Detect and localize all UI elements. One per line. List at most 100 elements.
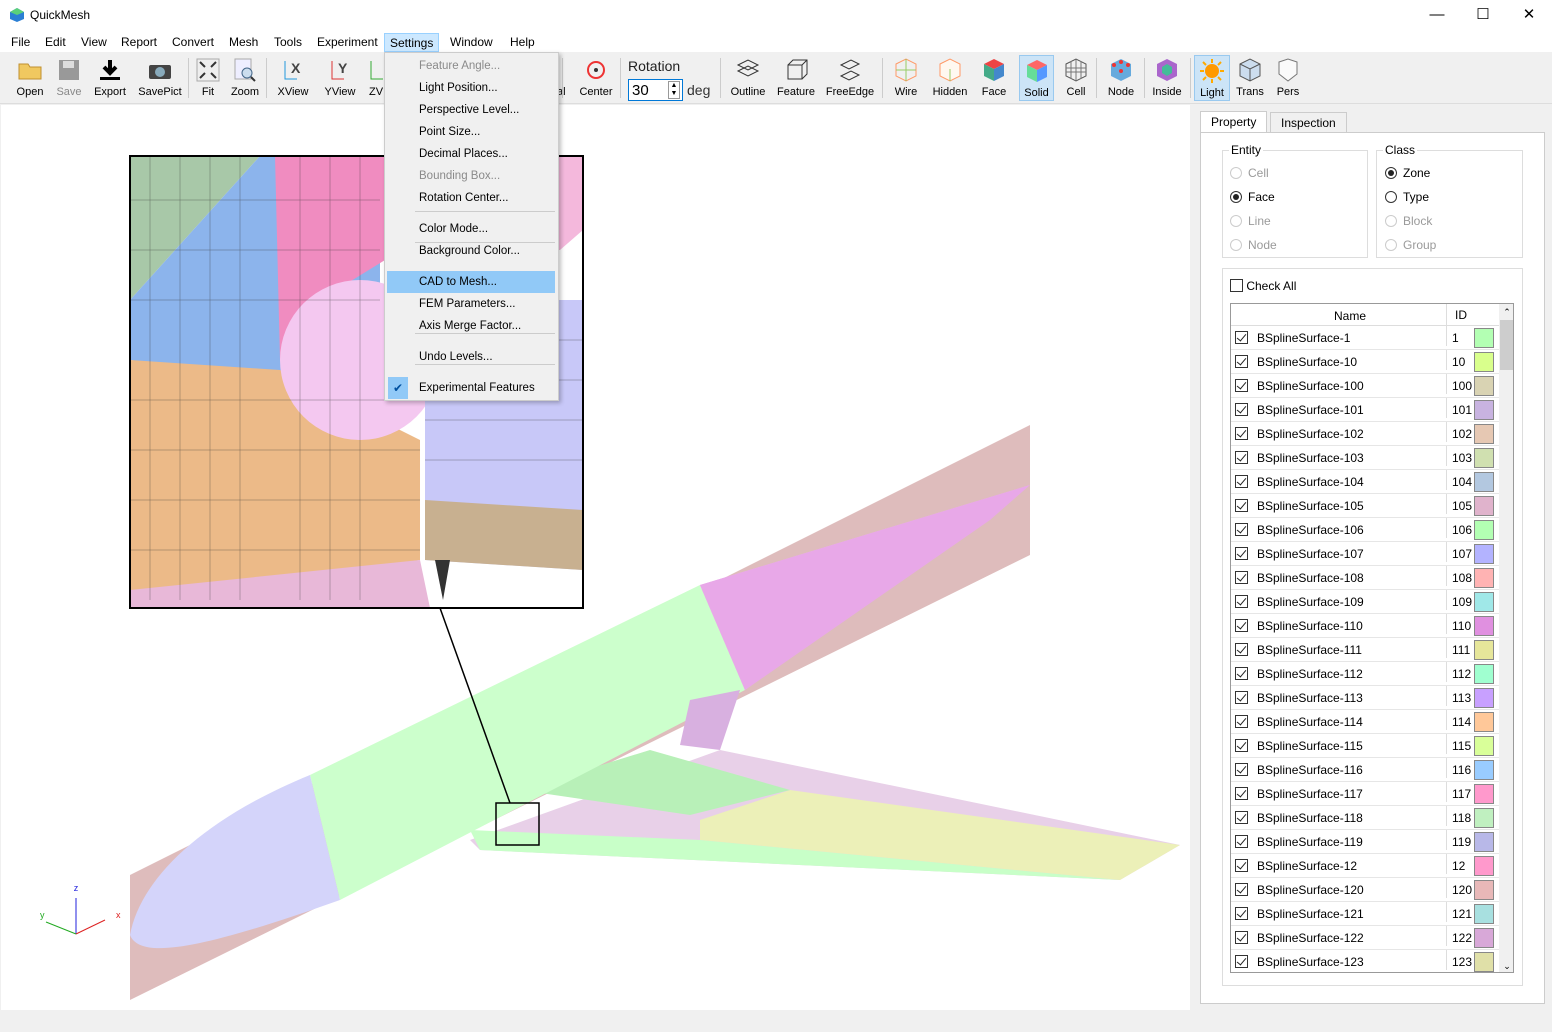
row-color-swatch[interactable] (1474, 592, 1494, 612)
class-radio-block[interactable]: Block (1385, 214, 1432, 230)
table-row[interactable]: BSplineSurface-121 121 (1231, 902, 1499, 926)
table-row[interactable]: BSplineSurface-109 109 (1231, 590, 1499, 614)
menu-item-point-size[interactable]: Point Size... (387, 121, 555, 143)
scroll-up-button[interactable]: ⌃ (1499, 304, 1513, 320)
row-checkbox[interactable] (1234, 619, 1248, 632)
menu-item-undo-levels[interactable]: Undo Levels... (387, 346, 555, 368)
table-row[interactable]: BSplineSurface-119 119 (1231, 830, 1499, 854)
table-row[interactable]: BSplineSurface-102 102 (1231, 422, 1499, 446)
node-button[interactable]: Node (1102, 55, 1140, 101)
radio-circle[interactable] (1230, 167, 1242, 179)
table-row[interactable]: BSplineSurface-101 101 (1231, 398, 1499, 422)
row-color-swatch[interactable] (1474, 760, 1494, 780)
row-color-swatch[interactable] (1474, 880, 1494, 900)
radio-circle[interactable] (1230, 191, 1242, 203)
column-header-id[interactable]: ID (1446, 304, 1472, 326)
scroll-thumb[interactable] (1500, 320, 1513, 370)
row-checkbox[interactable] (1234, 571, 1248, 584)
radio-circle[interactable] (1385, 215, 1397, 227)
fit-button[interactable]: Fit (194, 55, 222, 101)
row-checkbox[interactable] (1234, 931, 1248, 944)
row-color-swatch[interactable] (1474, 328, 1494, 348)
row-color-swatch[interactable] (1474, 568, 1494, 588)
menu-item-perspective-level[interactable]: Perspective Level... (387, 99, 555, 121)
row-color-swatch[interactable] (1474, 640, 1494, 660)
table-row[interactable]: BSplineSurface-123 123 (1231, 950, 1499, 972)
freeedge-button[interactable]: FreeEdge (824, 55, 876, 101)
table-row[interactable]: BSplineSurface-10 10 (1231, 350, 1499, 374)
menu-file[interactable]: File (6, 33, 35, 52)
row-color-swatch[interactable] (1474, 496, 1494, 516)
rotation-input[interactable]: 30 ▲ ▼ (628, 79, 683, 101)
savepict-button[interactable]: SavePict (134, 55, 186, 101)
row-color-swatch[interactable] (1474, 400, 1494, 420)
row-color-swatch[interactable] (1474, 856, 1494, 876)
model-scene[interactable]: z x y (1, 105, 1190, 1010)
menu-item-cad-to-mesh[interactable]: CAD to Mesh... (387, 271, 555, 293)
row-color-swatch[interactable] (1474, 688, 1494, 708)
row-color-swatch[interactable] (1474, 424, 1494, 444)
entity-radio-line[interactable]: Line (1230, 214, 1271, 230)
table-row[interactable]: BSplineSurface-118 118 (1231, 806, 1499, 830)
row-checkbox[interactable] (1234, 691, 1248, 704)
row-checkbox[interactable] (1234, 595, 1248, 608)
table-row[interactable]: BSplineSurface-110 110 (1231, 614, 1499, 638)
row-checkbox[interactable] (1234, 403, 1248, 416)
menu-item-experimental-features[interactable]: Experimental Features (387, 377, 555, 399)
wire-button[interactable]: Wire (890, 55, 922, 101)
pers-button[interactable]: Pers (1270, 55, 1306, 101)
row-color-swatch[interactable] (1474, 904, 1494, 924)
radio-circle[interactable] (1385, 191, 1397, 203)
check-all-checkbox[interactable]: Check All (1230, 279, 1296, 293)
row-color-swatch[interactable] (1474, 664, 1494, 684)
table-row[interactable]: BSplineSurface-120 120 (1231, 878, 1499, 902)
menu-settings[interactable]: Settings (384, 33, 440, 52)
feature-button[interactable]: Feature (774, 55, 818, 101)
menu-mesh[interactable]: Mesh (224, 33, 263, 52)
class-radio-group[interactable]: Group (1385, 238, 1436, 254)
menu-item-feature-angle[interactable]: Feature Angle... (387, 55, 555, 77)
table-row[interactable]: BSplineSurface-107 107 (1231, 542, 1499, 566)
table-row[interactable]: BSplineSurface-100 100 (1231, 374, 1499, 398)
row-checkbox[interactable] (1234, 667, 1248, 680)
menu-help[interactable]: Help (505, 33, 540, 52)
scrollbar[interactable]: ⌃ ⌄ (1499, 304, 1513, 972)
menu-convert[interactable]: Convert (167, 33, 219, 52)
maximize-button[interactable]: ☐ (1460, 0, 1506, 30)
hidden-button[interactable]: Hidden (930, 55, 970, 101)
outline-button[interactable]: Outline (728, 55, 768, 101)
row-checkbox[interactable] (1234, 427, 1248, 440)
table-row[interactable]: BSplineSurface-12 12 (1231, 854, 1499, 878)
table-row[interactable]: BSplineSurface-111 111 (1231, 638, 1499, 662)
row-checkbox[interactable] (1234, 475, 1248, 488)
save-button[interactable]: Save (52, 55, 86, 101)
table-row[interactable]: BSplineSurface-112 112 (1231, 662, 1499, 686)
table-row[interactable]: BSplineSurface-113 113 (1231, 686, 1499, 710)
row-color-swatch[interactable] (1474, 784, 1494, 804)
row-color-swatch[interactable] (1474, 616, 1494, 636)
row-color-swatch[interactable] (1474, 544, 1494, 564)
row-checkbox[interactable] (1234, 715, 1248, 728)
table-row[interactable]: BSplineSurface-116 116 (1231, 758, 1499, 782)
radio-circle[interactable] (1230, 215, 1242, 227)
column-header-name[interactable]: Name (1334, 309, 1366, 323)
light-button[interactable]: Light (1194, 55, 1230, 101)
table-row[interactable]: BSplineSurface-1 1 (1231, 326, 1499, 350)
row-checkbox[interactable] (1234, 763, 1248, 776)
row-checkbox[interactable] (1234, 787, 1248, 800)
class-radio-zone[interactable]: Zone (1385, 166, 1430, 182)
menu-report[interactable]: Report (116, 33, 162, 52)
menu-item-rotation-center[interactable]: Rotation Center... (387, 187, 555, 209)
row-color-swatch[interactable] (1474, 472, 1494, 492)
row-color-swatch[interactable] (1474, 832, 1494, 852)
table-row[interactable]: BSplineSurface-106 106 (1231, 518, 1499, 542)
radio-circle[interactable] (1385, 239, 1397, 251)
row-color-swatch[interactable] (1474, 712, 1494, 732)
row-checkbox[interactable] (1234, 499, 1248, 512)
center-button[interactable]: Center (574, 55, 618, 101)
row-checkbox[interactable] (1234, 379, 1248, 392)
table-row[interactable]: BSplineSurface-104 104 (1231, 470, 1499, 494)
radio-circle[interactable] (1230, 239, 1242, 251)
cell-button[interactable]: Cell (1058, 55, 1094, 101)
close-button[interactable]: ✕ (1506, 0, 1552, 30)
